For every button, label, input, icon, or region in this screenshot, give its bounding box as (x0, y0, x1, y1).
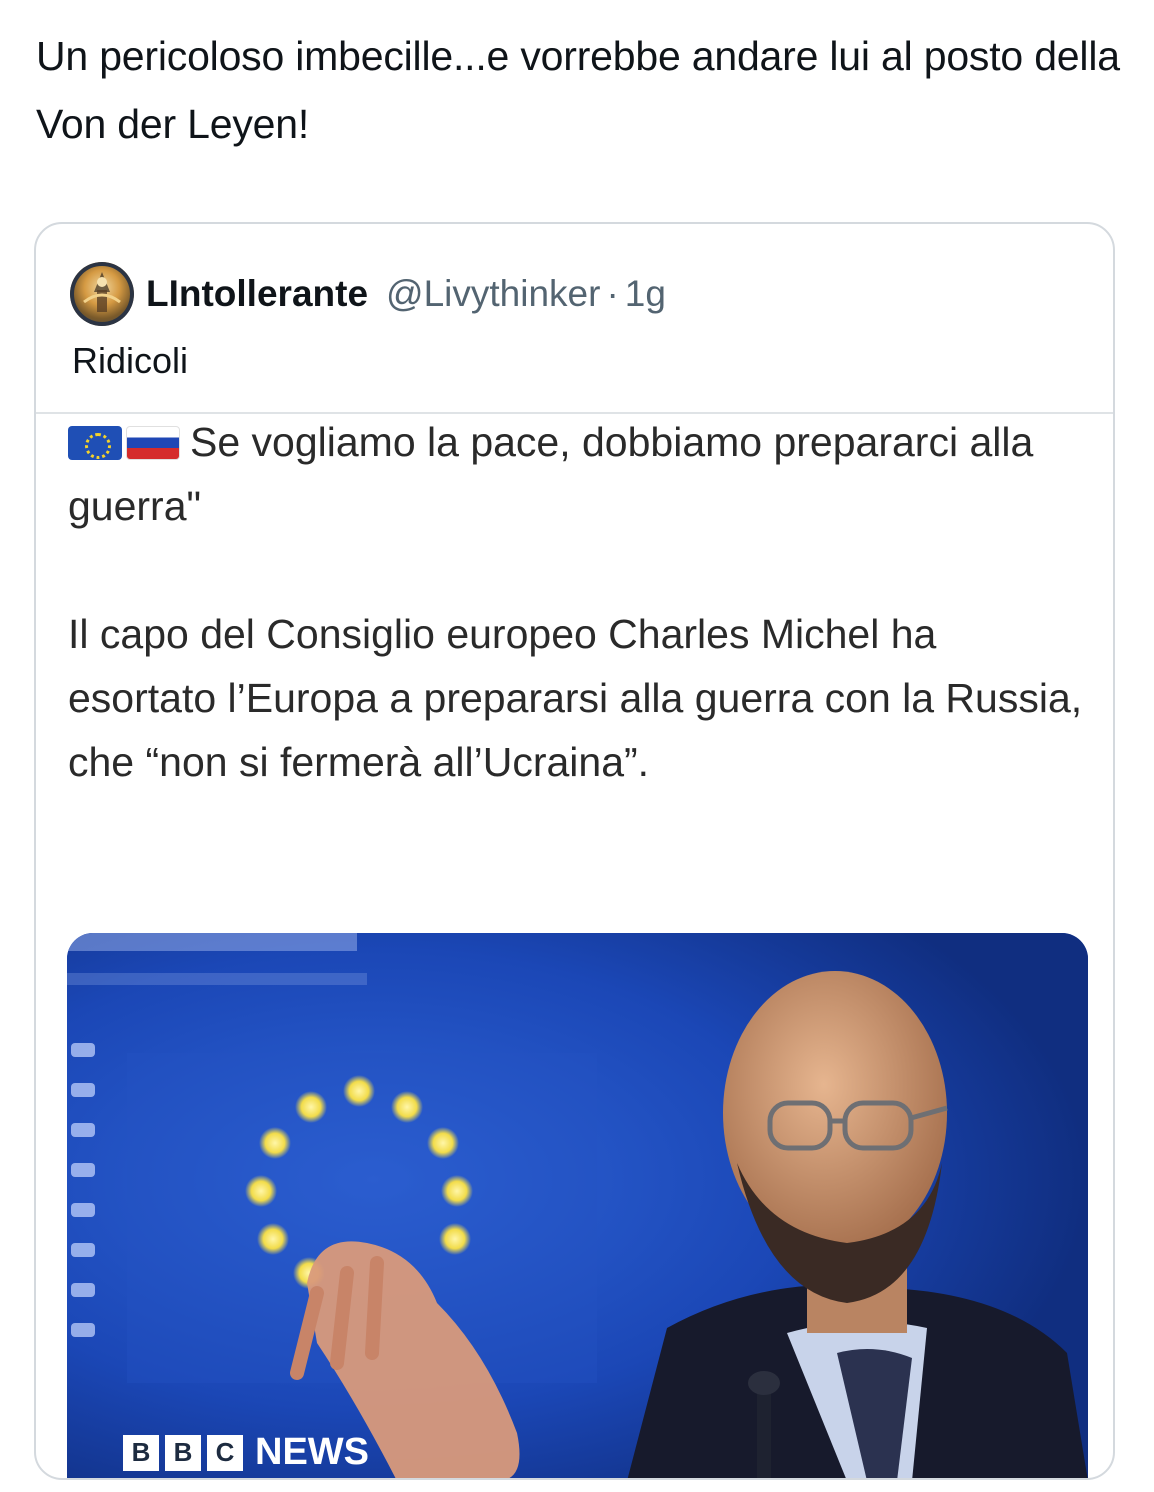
bbc-news-logo: B B C NEWS (123, 1431, 369, 1474)
flags (68, 426, 180, 460)
quoted-timestamp[interactable]: 1g (625, 273, 666, 315)
embedded-post: Se vogliamo la pace, dobbiamo prepararci… (68, 410, 1088, 794)
embedded-headline-line: Se vogliamo la pace, dobbiamo prepararci… (68, 410, 1088, 538)
eu-flag-icon (68, 426, 122, 460)
avatar-icon[interactable] (70, 262, 134, 326)
quoted-tweet-header: LIntollerante @Livythinker · 1g (70, 262, 666, 326)
russia-flag-icon (126, 426, 180, 460)
separator-dot: · (606, 273, 619, 314)
bbc-letter-3: C (207, 1434, 243, 1471)
bbc-letter-2: B (165, 1434, 201, 1471)
embedded-headline: Se vogliamo la pace, dobbiamo prepararci… (68, 419, 1034, 529)
news-photo[interactable]: B B C NEWS (67, 933, 1088, 1478)
post-text: Un pericoloso imbecille...e vorrebbe and… (36, 33, 1120, 147)
embedded-body: Il capo del Consiglio europeo Charles Mi… (68, 611, 1083, 785)
quoted-tweet-text: Ridicoli (72, 340, 189, 381)
bbc-letter-1: B (123, 1434, 159, 1471)
quoted-author-name[interactable]: LIntollerante (146, 273, 368, 315)
bbc-news-word: NEWS (255, 1431, 369, 1473)
quoted-tweet-card[interactable]: LIntollerante @Livythinker · 1g Ridicoli… (34, 222, 1115, 1480)
quoted-author-handle[interactable]: @Livythinker (386, 273, 600, 315)
